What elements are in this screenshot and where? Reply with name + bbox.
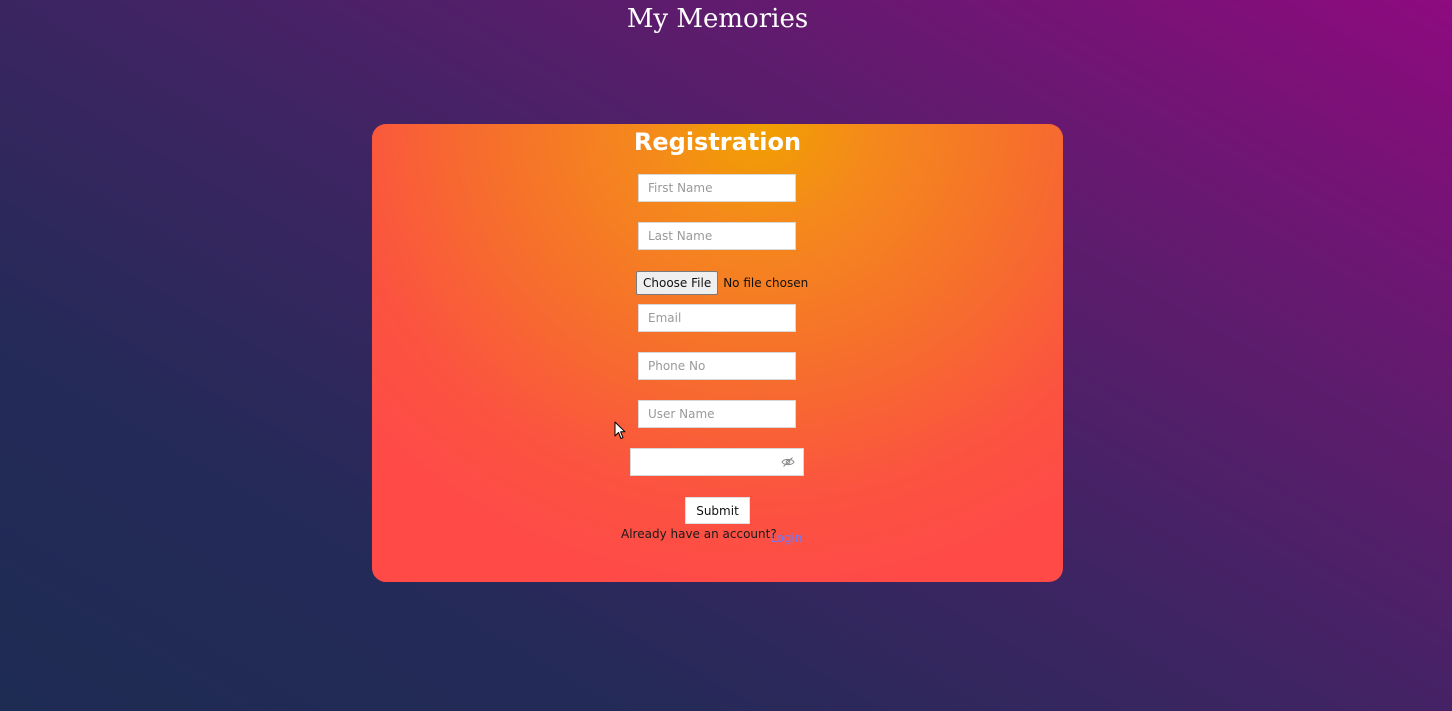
username-input[interactable] [638, 400, 796, 428]
login-link[interactable]: Login [770, 531, 802, 545]
site-title: My Memories [626, 4, 809, 34]
submit-button[interactable]: Submit [685, 497, 750, 524]
registration-card: Registration Choose File No file chosen … [372, 124, 1063, 582]
email-input[interactable] [638, 304, 796, 332]
registration-title: Registration [633, 128, 802, 156]
phone-input[interactable] [638, 352, 796, 380]
file-upload: Choose File No file chosen [636, 271, 808, 295]
first-name-input[interactable] [638, 174, 796, 202]
account-prompt: Already have an account? [621, 527, 777, 541]
last-name-input[interactable] [638, 222, 796, 250]
file-status-text: No file chosen [723, 276, 809, 290]
password-field [630, 448, 804, 476]
choose-file-button[interactable]: Choose File [636, 271, 719, 295]
eye-slash-icon[interactable] [781, 456, 795, 468]
password-input[interactable] [631, 449, 771, 475]
